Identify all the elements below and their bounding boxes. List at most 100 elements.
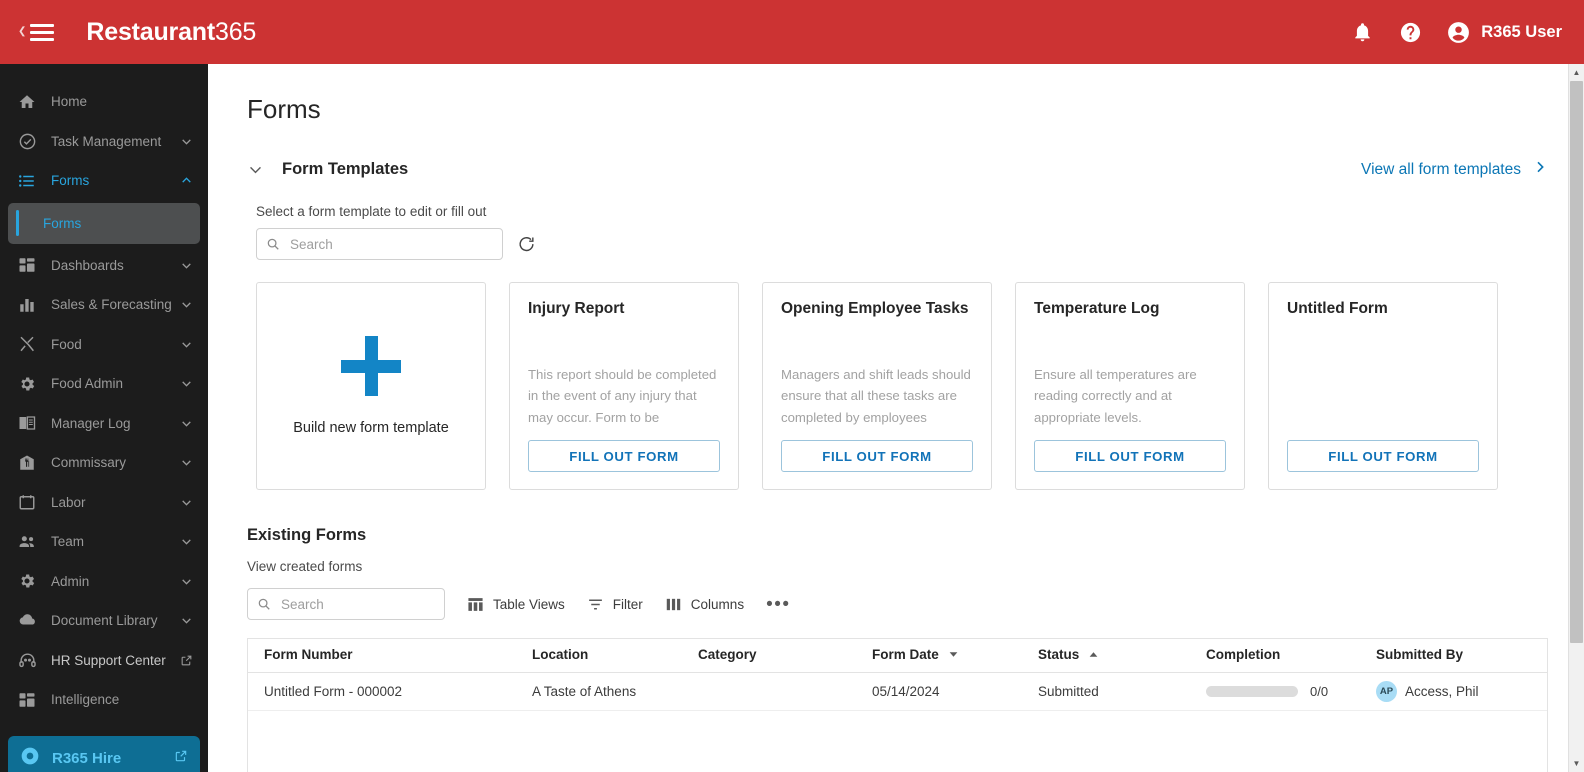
external-link-icon [174,749,188,767]
avatar: AP [1376,680,1397,702]
sidebar-item-dashboards[interactable]: Dashboards [0,246,208,286]
book-icon [16,412,38,434]
chevron-down-icon [178,377,194,390]
column-label-form-date: Form Date [872,647,939,663]
view-all-form-templates-link[interactable]: View all form templates [1361,159,1548,180]
form-templates-title: Form Templates [282,160,409,178]
chevron-up-icon [178,174,194,187]
sidebar-item-commissary[interactable]: Commissary [0,443,208,483]
menu-toggle-button[interactable]: ❮ [18,23,55,41]
sidebar-nav: Home Task Management Forms Forms Dashboa… [0,64,208,772]
sidebar-item-food-admin[interactable]: Food Admin [0,364,208,404]
sidebar-label-intelligence: Intelligence [51,692,120,708]
column-label-location: Location [532,647,589,663]
column-header-category[interactable]: Category [682,639,856,673]
sidebar-item-home[interactable]: Home [0,82,208,122]
sidebar-item-team[interactable]: Team [0,522,208,562]
template-search-input[interactable] [288,235,493,253]
column-label-form-number: Form Number [264,647,353,663]
template-search-box[interactable] [256,228,503,260]
chevron-down-icon [178,338,194,351]
fill-out-form-button[interactable]: FILL OUT FORM [528,440,720,472]
filter-button[interactable]: Filter [587,596,643,613]
sidebar-subitem-forms[interactable]: Forms [8,202,200,244]
chevron-down-icon[interactable] [247,161,264,178]
existing-forms-search-input[interactable] [279,595,435,613]
form-template-card[interactable]: Injury Report This report should be comp… [509,282,739,490]
column-header-status[interactable]: Status [1022,639,1190,673]
existing-forms-search-box[interactable] [247,588,445,620]
column-header-submitted-by[interactable]: Submitted By [1360,639,1547,673]
existing-forms-table: Form Number Location Category Form Date … [247,638,1548,772]
help-circle-icon[interactable] [1397,19,1423,45]
column-header-form-number[interactable]: Form Number [248,639,516,673]
view-all-label: View all form templates [1361,160,1521,178]
form-template-card[interactable]: Temperature Log Ensure all temperatures … [1015,282,1245,490]
form-template-description: Ensure all temperatures are reading corr… [1034,367,1197,425]
column-header-location[interactable]: Location [516,639,682,673]
form-template-card[interactable]: Untitled Form FILL OUT FORM [1268,282,1498,490]
form-template-card[interactable]: Opening Employee Tasks Managers and shif… [762,282,992,490]
gear-icon [16,570,38,592]
table-views-button[interactable]: Table Views [467,596,565,613]
sidebar-item-intelligence[interactable]: Intelligence [0,680,208,720]
page-title: Forms [247,94,321,124]
brand-logo[interactable]: Restaurant365 [86,18,256,47]
chevron-right-icon [1532,159,1548,180]
sidebar-item-manager-log[interactable]: Manager Log [0,404,208,444]
chevron-down-icon [178,417,194,430]
build-new-form-template-card[interactable]: Build new form template [256,282,486,490]
sidebar-label-task-management: Task Management [51,133,162,149]
top-bar-actions: R365 User [1349,19,1562,45]
column-header-form-date[interactable]: Form Date [856,639,1022,673]
table-row[interactable]: Untitled Form - 000002 A Taste of Athens… [248,672,1547,711]
commissary-icon [16,452,38,474]
sidebar-item-labor[interactable]: Labor [0,483,208,523]
filter-icon [587,596,604,613]
chevron-down-icon [178,298,194,311]
caret-down-icon[interactable]: ▼ [1569,755,1584,772]
people-icon [16,531,38,553]
sidebar-label-food-admin: Food Admin [51,376,124,392]
sidebar-item-admin[interactable]: Admin [0,562,208,602]
caret-up-icon[interactable]: ▲ [1569,64,1584,81]
scrollbar-thumb[interactable] [1570,81,1583,643]
sidebar-item-task-management[interactable]: Task Management [0,122,208,162]
sidebar-item-document-library[interactable]: Document Library [0,601,208,641]
ellipsis-icon[interactable]: ••• [766,595,790,614]
fill-out-form-button[interactable]: FILL OUT FORM [781,440,973,472]
completion-count: 0/0 [1310,683,1329,699]
sidebar-item-forms[interactable]: Forms [0,161,208,201]
sidebar-label-admin: Admin [51,573,90,589]
plus-icon [341,336,401,396]
sidebar-item-food[interactable]: Food [0,325,208,365]
chevron-down-icon [178,259,194,272]
sidebar-item-hr-support-center[interactable]: HR Support Center [0,641,208,681]
bell-icon[interactable] [1349,19,1375,45]
sort-ascending-icon [1088,649,1099,660]
form-template-title: Temperature Log [1034,300,1160,317]
hamburger-icon [30,23,55,41]
filter-label: Filter [612,596,643,612]
external-link-icon [178,654,194,667]
existing-forms-toolbar: Table Views Filter Columns [247,588,1548,620]
r365-hire-label: R365 Hire [52,749,122,767]
chevron-down-icon [178,496,194,509]
vertical-scrollbar[interactable]: ▲ ▼ [1568,64,1584,772]
check-circle-icon [16,130,38,152]
user-menu[interactable]: R365 User [1445,19,1562,45]
r365-hire-button[interactable]: R365 Hire [8,736,200,772]
search-icon [266,237,280,251]
cell-form-date: 05/14/2024 [856,672,1022,711]
column-header-completion[interactable]: Completion [1190,639,1360,673]
table-views-icon [467,596,484,613]
chevron-down-icon [178,535,194,548]
fill-out-form-button[interactable]: FILL OUT FORM [1034,440,1226,472]
refresh-icon[interactable] [517,235,536,254]
completion-progress-bar [1206,685,1298,697]
fill-out-form-button[interactable]: FILL OUT FORM [1287,440,1479,472]
columns-button[interactable]: Columns [665,596,744,613]
user-name-label: R365 User [1481,22,1562,41]
submitted-by-name: Access, Phil [1405,683,1479,699]
sidebar-item-sales-forecasting[interactable]: Sales & Forecasting [0,285,208,325]
